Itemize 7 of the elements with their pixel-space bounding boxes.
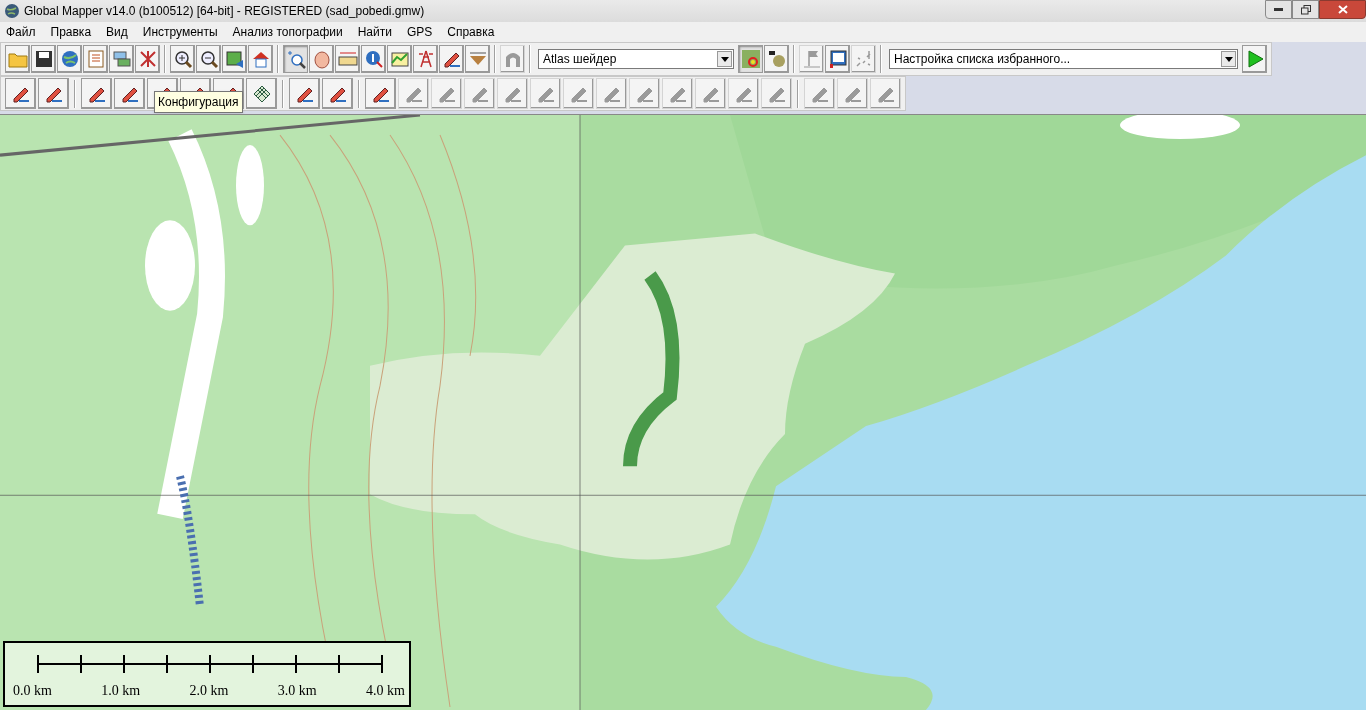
scale-label: 0.0 km — [13, 682, 52, 700]
scale-label: 4.0 km — [366, 682, 405, 700]
tooltip: Конфигурация — [154, 91, 243, 113]
scale-label: 2.0 km — [189, 682, 229, 700]
window-title: Global Mapper v14.0 (b100512) [64-bit] - REGISTERED (sad_pobedi.gmw) — [24, 3, 425, 20]
scale-label: 3.0 km — [277, 682, 317, 700]
scale-label: 1.0 km — [101, 682, 141, 700]
